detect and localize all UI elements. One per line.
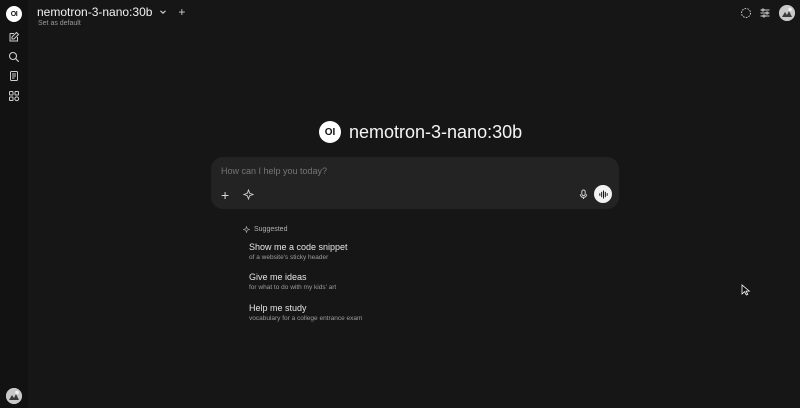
- suggestion-title: Give me ideas: [249, 272, 307, 282]
- set-default-link[interactable]: Set as default: [38, 20, 81, 27]
- tools-icon[interactable]: [243, 189, 254, 200]
- workspace-icon[interactable]: [8, 90, 20, 102]
- user-avatar[interactable]: [6, 388, 22, 404]
- suggestion-title: Show me a code snippet: [249, 242, 348, 252]
- controls-icon[interactable]: [759, 7, 771, 19]
- suggestion-subtitle: of a website's sticky header: [249, 254, 329, 261]
- mouse-cursor-icon: [741, 284, 751, 296]
- user-avatar-top[interactable]: [779, 5, 795, 21]
- sidebar: OI: [0, 0, 28, 408]
- model-logo: OI: [319, 121, 341, 143]
- temporary-chat-icon[interactable]: [740, 7, 752, 19]
- add-model-button[interactable]: +: [178, 5, 185, 19]
- voice-mode-button[interactable]: [594, 185, 612, 203]
- suggested-header: Suggested: [243, 226, 287, 233]
- hero: OI nemotron-3-nano:30b: [319, 121, 522, 143]
- model-name[interactable]: nemotron-3-nano:30b: [37, 5, 152, 19]
- search-icon[interactable]: [8, 51, 20, 63]
- suggestion-subtitle: vocabulary for a college entrance exam: [249, 315, 363, 322]
- suggestion-item[interactable]: Show me a code snippet of a website's st…: [249, 242, 348, 261]
- suggestion-subtitle: for what to do with my kids' art: [249, 284, 337, 291]
- suggestion-title: Help me study: [249, 303, 307, 313]
- model-selector[interactable]: nemotron-3-nano:30b +: [37, 5, 185, 19]
- chat-input[interactable]: [221, 166, 551, 176]
- suggestion-item[interactable]: Help me study vocabulary for a college e…: [249, 303, 362, 322]
- add-attachment-button[interactable]: +: [221, 188, 229, 202]
- suggested-label: Suggested: [254, 226, 288, 233]
- chevron-down-icon[interactable]: [158, 7, 168, 17]
- notes-icon[interactable]: [8, 70, 20, 82]
- microphone-icon[interactable]: [578, 189, 589, 200]
- chat-input-box: +: [211, 157, 619, 209]
- suggestion-item[interactable]: Give me ideas for what to do with my kid…: [249, 272, 336, 291]
- hero-model-title: nemotron-3-nano:30b: [349, 121, 523, 142]
- app-logo[interactable]: OI: [6, 6, 22, 22]
- waveform-icon: [598, 189, 608, 199]
- new-chat-icon[interactable]: [8, 31, 20, 43]
- sparkle-icon: [243, 226, 250, 233]
